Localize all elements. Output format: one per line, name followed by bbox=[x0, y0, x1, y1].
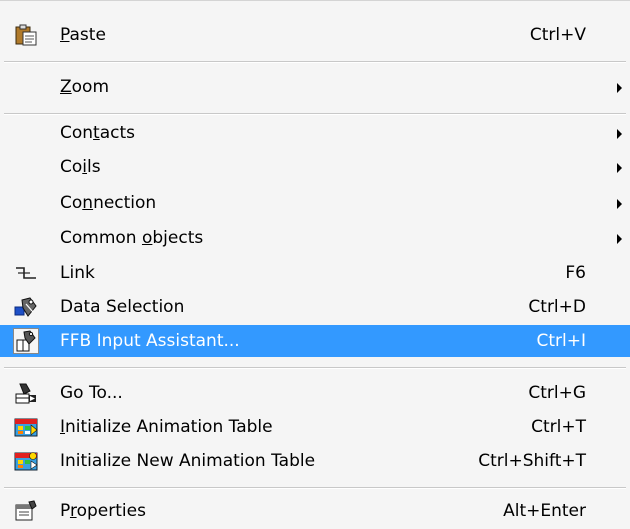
menu-item-label: Paste bbox=[60, 25, 106, 45]
data-selection-icon bbox=[14, 296, 38, 318]
menu-item-zoom[interactable]: Zoom bbox=[0, 71, 630, 103]
menu-item-link[interactable]: Link F6 bbox=[0, 257, 630, 289]
submenu-arrow-icon bbox=[617, 199, 622, 209]
submenu-arrow-icon bbox=[617, 234, 622, 244]
properties-icon bbox=[14, 500, 38, 522]
menu-separator bbox=[4, 367, 626, 369]
submenu-arrow-icon bbox=[617, 163, 622, 173]
menu-item-shortcut: Ctrl+I bbox=[536, 331, 586, 351]
menu-item-label: Connection bbox=[60, 193, 157, 213]
menu-item-label: Initialize Animation Table bbox=[60, 417, 273, 437]
menu-item-contacts[interactable]: Contacts bbox=[0, 117, 630, 149]
menu-item-shortcut: Ctrl+D bbox=[528, 297, 586, 317]
new-animation-table-icon bbox=[14, 450, 38, 472]
menu-item-paste[interactable]: Paste Ctrl+V bbox=[0, 19, 630, 51]
menu-item-label: Common objects bbox=[60, 228, 204, 248]
go-to-icon bbox=[14, 382, 38, 404]
menu-item-common-objects[interactable]: Common objects bbox=[0, 222, 630, 254]
menu-item-initialize-new-animation-table[interactable]: Initialize New Animation Table Ctrl+Shif… bbox=[0, 445, 630, 477]
menu-item-connection[interactable]: Connection bbox=[0, 187, 630, 219]
menu-item-label: FFB Input Assistant... bbox=[60, 331, 240, 351]
menu-item-label: Contacts bbox=[60, 123, 136, 143]
link-icon bbox=[14, 262, 38, 284]
submenu-arrow-icon bbox=[617, 129, 622, 139]
menu-item-shortcut: Ctrl+T bbox=[531, 417, 586, 437]
clipboard-icon bbox=[14, 24, 38, 46]
submenu-arrow-icon bbox=[617, 83, 622, 93]
menu-item-shortcut: F6 bbox=[565, 263, 586, 283]
menu-item-label: Zoom bbox=[60, 77, 110, 97]
menu-item-shortcut: Ctrl+V bbox=[529, 25, 586, 45]
menu-item-ffb-input-assistant[interactable]: FFB Input Assistant... Ctrl+I bbox=[0, 325, 630, 357]
menu-item-shortcut: Alt+Enter bbox=[503, 501, 586, 521]
menu-separator bbox=[4, 487, 626, 489]
menu-item-label: Link bbox=[60, 263, 95, 283]
animation-table-icon bbox=[14, 416, 38, 438]
menu-item-properties[interactable]: Properties Alt+Enter bbox=[0, 495, 630, 527]
menu-item-label: Data Selection bbox=[60, 297, 185, 317]
menu-item-label: Properties bbox=[60, 501, 146, 521]
ffb-input-icon bbox=[13, 328, 39, 354]
menu-separator bbox=[4, 113, 626, 115]
menu-item-initialize-animation-table[interactable]: Initialize Animation Table Ctrl+T bbox=[0, 411, 630, 443]
menu-item-go-to[interactable]: Go To... Ctrl+G bbox=[0, 377, 630, 409]
menu-item-data-selection[interactable]: Data Selection Ctrl+D bbox=[0, 291, 630, 323]
menu-item-shortcut: Ctrl+G bbox=[528, 383, 586, 403]
menu-item-shortcut: Ctrl+Shift+T bbox=[478, 451, 586, 471]
context-menu: Paste Ctrl+V Zoom Contacts Coils Connect… bbox=[0, 0, 630, 529]
menu-separator bbox=[4, 61, 626, 63]
menu-item-label: Go To... bbox=[60, 383, 123, 403]
menu-item-label: Coils bbox=[60, 157, 101, 177]
menu-item-coils[interactable]: Coils bbox=[0, 151, 630, 183]
menu-item-label: Initialize New Animation Table bbox=[60, 451, 316, 471]
